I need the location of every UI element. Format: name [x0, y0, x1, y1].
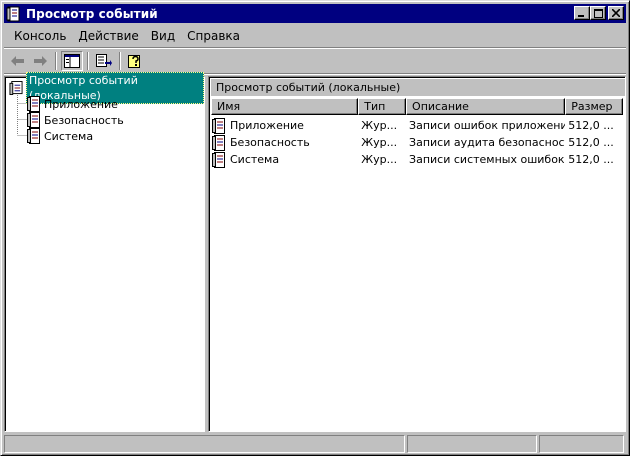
details-pane[interactable]: Просмотр событий (локальные) Имя Тип Опи…	[208, 76, 626, 432]
log-book-icon	[27, 112, 40, 128]
export-list-button[interactable]	[93, 51, 115, 71]
menu-action[interactable]: Действие	[72, 26, 144, 46]
log-book-icon	[212, 134, 225, 151]
tree-item-label: Приложение	[44, 97, 118, 111]
status-bar	[4, 435, 626, 453]
row-description: Записи ошибок приложений	[409, 119, 566, 132]
list-column-headers: Имя Тип Описание Размер	[211, 98, 623, 115]
row-name: Приложение	[230, 119, 304, 132]
close-icon	[612, 9, 620, 17]
show-hide-tree-button[interactable]	[61, 51, 83, 71]
toolbar-separator	[87, 52, 89, 70]
tree-item-label: Безопасность	[44, 113, 124, 127]
status-panel-right	[539, 435, 624, 453]
column-header-size[interactable]: Размер	[565, 98, 623, 115]
row-type: Жур...	[361, 153, 398, 166]
menu-bar: Консоль Действие Вид Справка	[4, 25, 626, 47]
column-header-description[interactable]: Описание	[406, 98, 566, 115]
tree-root-event-viewer[interactable]: Просмотр событий (локальные)	[9, 72, 204, 104]
status-panel-main	[4, 435, 405, 453]
event-viewer-window: Просмотр событий Консоль Действие Вид Сп…	[0, 0, 630, 456]
log-book-icon	[212, 117, 225, 134]
tree-item-system[interactable]: Система	[27, 128, 93, 144]
list-row-security[interactable]: Безопасность Жур... Записи аудита безопа…	[211, 134, 623, 151]
tree-item-label: Система	[44, 129, 94, 143]
toolbar-separator	[55, 52, 57, 70]
row-type: Жур...	[361, 136, 398, 149]
toolbar-separator	[119, 52, 121, 70]
log-book-icon	[27, 96, 40, 112]
menu-console[interactable]: Консоль	[8, 26, 72, 46]
menu-view[interactable]: Вид	[145, 26, 181, 46]
row-name: Безопасность	[230, 136, 310, 149]
list-row-system[interactable]: Система Жур... Записи системных ошибок 5…	[211, 151, 623, 168]
row-description: Записи системных ошибок	[409, 153, 565, 166]
export-list-icon	[96, 54, 112, 67]
close-button[interactable]	[608, 6, 624, 20]
title-bar[interactable]: Просмотр событий	[4, 4, 626, 23]
details-pane-title: Просмотр событий (локальные)	[211, 79, 625, 96]
list-row-application[interactable]: Приложение Жур... Записи ошибок приложен…	[211, 117, 623, 134]
row-name: Система	[230, 153, 280, 166]
help-button[interactable]	[125, 51, 147, 71]
status-panel-middle	[407, 435, 537, 453]
console-tree-pane[interactable]: Просмотр событий (локальные) Приложение …	[4, 72, 205, 432]
menu-help[interactable]: Справка	[181, 26, 246, 46]
toolbar	[4, 49, 626, 73]
log-book-icon	[212, 151, 225, 168]
row-type: Жур...	[361, 119, 398, 132]
column-header-type[interactable]: Тип	[358, 98, 407, 115]
minimize-icon	[578, 15, 584, 17]
column-header-name[interactable]: Имя	[211, 98, 359, 115]
forward-arrow-icon	[34, 56, 47, 66]
tree-item-application[interactable]: Приложение	[27, 96, 118, 112]
tree-item-security[interactable]: Безопасность	[27, 112, 124, 128]
show-hide-tree-icon	[64, 54, 80, 68]
row-size: 512,0 ...	[568, 136, 614, 149]
log-list: Приложение Жур... Записи ошибок приложен…	[211, 117, 623, 168]
event-viewer-app-icon	[6, 6, 22, 22]
row-size: 512,0 ...	[568, 153, 614, 166]
maximize-button[interactable]	[590, 6, 606, 20]
maximize-icon	[593, 8, 603, 18]
window-title: Просмотр событий	[26, 6, 158, 21]
log-book-icon	[27, 128, 40, 144]
back-arrow-icon	[11, 56, 24, 66]
event-viewer-icon	[9, 80, 23, 96]
forward-button[interactable]	[29, 51, 51, 71]
row-size: 512,0 ...	[568, 119, 614, 132]
back-button[interactable]	[7, 51, 29, 71]
help-icon	[128, 55, 140, 68]
minimize-button[interactable]	[574, 6, 590, 20]
row-description: Записи аудита безопасности	[409, 136, 566, 149]
